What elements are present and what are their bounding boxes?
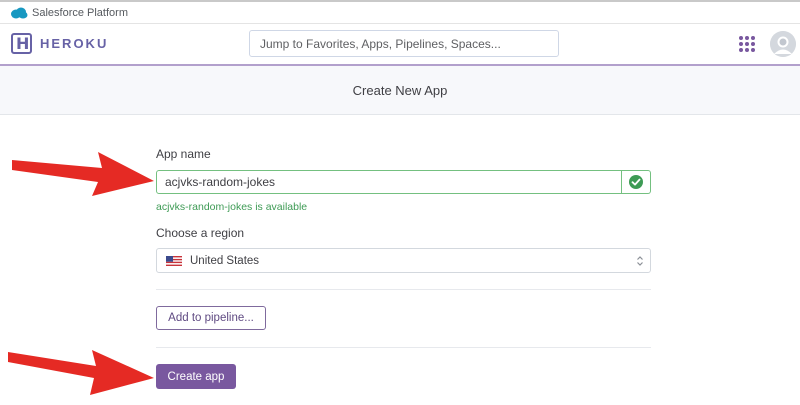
availability-message: acjvks-random-jokes is available [156,201,307,213]
add-to-pipeline-button[interactable]: Add to pipeline... [156,306,266,330]
page-title: Create New App [352,83,448,98]
cloud-icon [11,7,28,19]
updown-chevron-icon [637,256,643,266]
user-avatar-icon[interactable] [770,31,796,57]
region-selected-value: United States [190,255,260,267]
section-divider [156,347,651,348]
annotation-arrow-icon [12,152,154,196]
salesforce-platform-label: Salesforce Platform [32,7,128,19]
app-name-label: App name [156,147,211,161]
check-circle-icon [629,175,643,189]
region-select[interactable]: United States [156,248,651,273]
app-name-input[interactable] [156,170,622,194]
availability-suffix: is available [252,201,308,213]
create-app-button[interactable]: Create app [156,364,236,389]
region-label: Choose a region [156,226,245,240]
apps-grid-icon[interactable] [739,36,755,52]
user-silhouette-icon [770,31,796,57]
annotation-arrow-icon [8,350,154,395]
heroku-logo-icon[interactable]: H [11,33,32,54]
us-flag-icon [166,256,182,266]
section-divider [156,289,651,290]
heroku-logo-letter: H [16,34,30,53]
availability-app-name: acjvks-random-jokes [156,201,253,213]
page-title-band: Create New App [0,66,800,115]
heroku-wordmark[interactable]: HEROKU [40,36,108,51]
salesforce-bar: Salesforce Platform [0,0,800,24]
search-input[interactable] [249,30,559,57]
validation-status [622,170,651,194]
heroku-header: H HEROKU [0,24,800,64]
